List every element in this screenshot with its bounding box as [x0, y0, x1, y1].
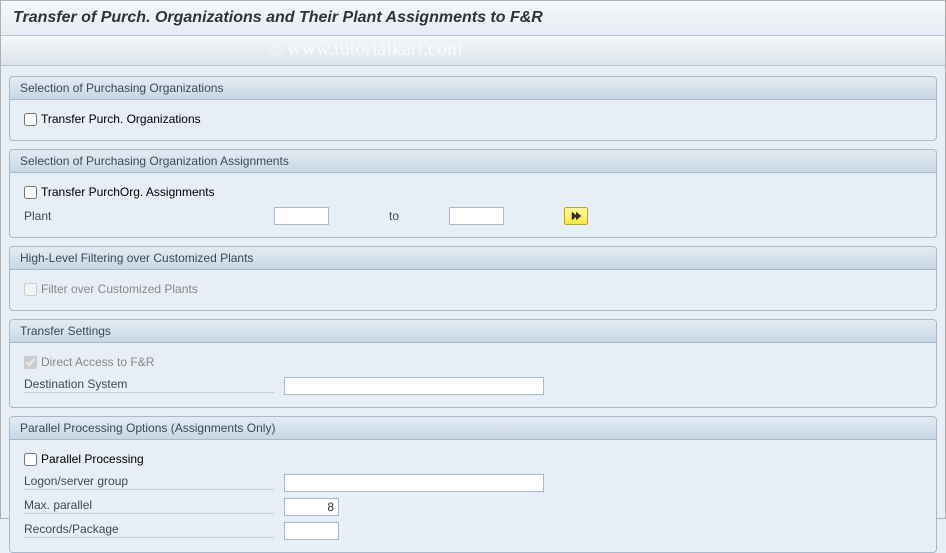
checkbox-label: Parallel Processing: [41, 452, 144, 466]
max-parallel-label: Max. parallel: [24, 498, 274, 514]
destination-system-input[interactable]: [284, 377, 544, 395]
group-header: Transfer Settings: [10, 320, 936, 343]
window-title: Transfer of Purch. Organizations and The…: [1, 1, 945, 36]
plant-from-input[interactable]: [274, 207, 329, 225]
max-parallel-input[interactable]: [284, 498, 339, 516]
group-selection-purch-orgs: Selection of Purchasing Organizations Tr…: [9, 76, 937, 141]
group-transfer-settings: Transfer Settings Direct Access to F&R D…: [9, 319, 937, 408]
direct-access-checkbox: [24, 356, 37, 369]
plant-label: Plant: [24, 209, 274, 223]
checkbox-label: Transfer PurchOrg. Assignments: [41, 185, 215, 199]
arrow-right-icon: [571, 211, 581, 221]
destination-system-label: Destination System: [24, 377, 274, 393]
checkbox-label: Filter over Customized Plants: [41, 282, 198, 296]
checkbox-label: Transfer Purch. Organizations: [41, 112, 201, 126]
transfer-purch-orgs-checkbox[interactable]: [24, 113, 37, 126]
parallel-processing-checkbox[interactable]: [24, 453, 37, 466]
records-package-input[interactable]: [284, 522, 339, 540]
to-label: to: [329, 209, 449, 223]
group-header: Selection of Purchasing Organizations: [10, 77, 936, 100]
application-toolbar: [1, 36, 945, 66]
transfer-purchorg-assignments-checkbox[interactable]: [24, 186, 37, 199]
filter-customized-plants-checkbox: [24, 283, 37, 296]
plant-to-input[interactable]: [449, 207, 504, 225]
records-package-label: Records/Package: [24, 522, 274, 538]
group-header: Selection of Purchasing Organization Ass…: [10, 150, 936, 173]
logon-server-group-input[interactable]: [284, 474, 544, 492]
group-selection-assignments: Selection of Purchasing Organization Ass…: [9, 149, 937, 238]
group-parallel-processing: Parallel Processing Options (Assignments…: [9, 416, 937, 553]
group-header: High-Level Filtering over Customized Pla…: [10, 247, 936, 270]
content-area: Selection of Purchasing Organizations Tr…: [1, 66, 945, 553]
group-high-level-filtering: High-Level Filtering over Customized Pla…: [9, 246, 937, 311]
multiple-selection-button[interactable]: [564, 207, 588, 225]
checkbox-label: Direct Access to F&R: [41, 355, 154, 369]
group-header: Parallel Processing Options (Assignments…: [10, 417, 936, 440]
logon-server-group-label: Logon/server group: [24, 474, 274, 490]
